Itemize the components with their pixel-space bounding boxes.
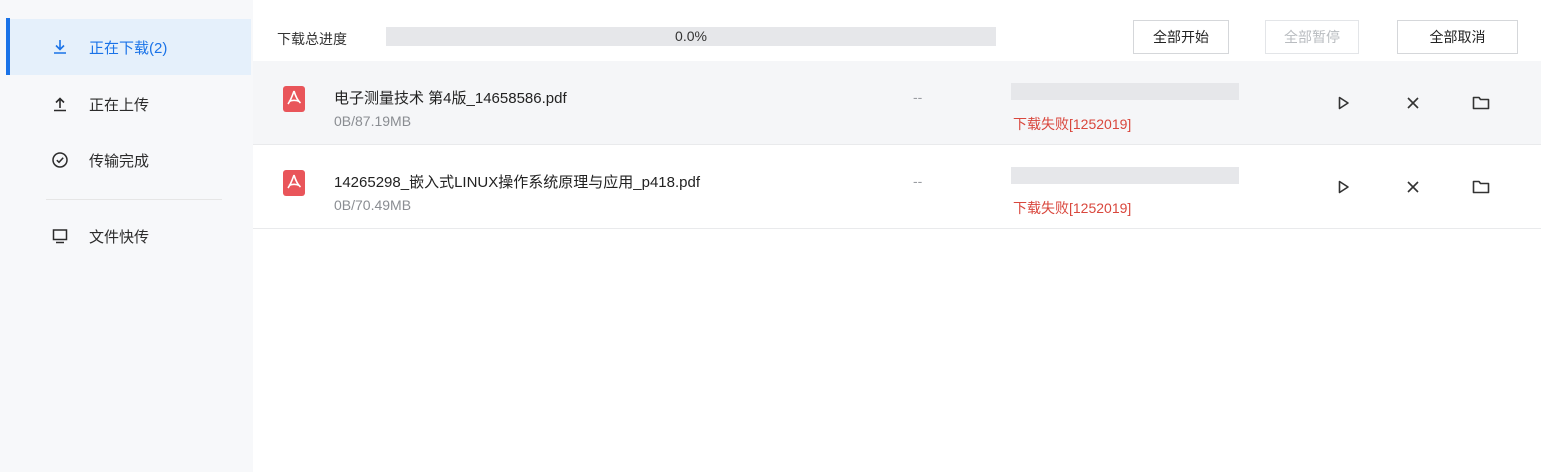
monitor-icon	[51, 227, 69, 245]
close-icon[interactable]	[1403, 93, 1423, 113]
total-progress-value: 0.0%	[675, 28, 707, 44]
download-speed: --	[913, 173, 923, 189]
download-icon	[51, 38, 69, 56]
sidebar-item-quick-transfer[interactable]: 文件快传	[6, 208, 251, 264]
download-speed: --	[913, 89, 923, 105]
status-text: 下载失败[1252019]	[1013, 200, 1132, 216]
download-row[interactable]: 电子测量技术 第4版_14658586.pdf 0B/87.19MB -- 下载…	[253, 61, 1541, 145]
file-name: 电子测量技术 第4版_14658586.pdf	[334, 90, 567, 107]
download-list-panel: 下载总进度 0.0% 全部开始 全部暂停 全部取消 电子测量技术 第4版_146…	[253, 0, 1549, 472]
pdf-file-icon	[283, 170, 305, 196]
sidebar-item-uploading[interactable]: 正在上传	[6, 76, 251, 132]
file-progress-bar	[1011, 83, 1239, 100]
pdf-file-icon	[283, 86, 305, 112]
total-progress-label: 下载总进度	[277, 31, 347, 47]
status-text: 下载失败[1252019]	[1013, 116, 1132, 132]
file-size: 0B/87.19MB	[334, 113, 412, 129]
sidebar-item-downloading[interactable]: 正在下载(2)	[6, 19, 251, 75]
active-indicator	[6, 18, 10, 75]
cancel-all-button[interactable]: 全部取消	[1397, 20, 1518, 54]
pause-all-button[interactable]: 全部暂停	[1265, 20, 1359, 54]
sidebar: 正在下载(2) 正在上传 传输完成 文件快传	[0, 0, 253, 472]
play-icon[interactable]	[1333, 177, 1353, 197]
sidebar-item-label: 正在上传	[89, 96, 150, 114]
sidebar-item-completed[interactable]: 传输完成	[6, 132, 251, 188]
start-all-button[interactable]: 全部开始	[1133, 20, 1229, 54]
folder-icon[interactable]	[1471, 177, 1491, 197]
file-size: 0B/70.49MB	[334, 197, 412, 213]
toolbar: 下载总进度 0.0% 全部开始 全部暂停 全部取消	[253, 0, 1549, 60]
close-icon[interactable]	[1403, 177, 1423, 197]
folder-icon[interactable]	[1471, 93, 1491, 113]
sidebar-divider	[46, 199, 222, 200]
total-progress-bar: 0.0%	[386, 27, 996, 46]
file-progress-bar	[1011, 167, 1239, 184]
sidebar-item-label: 传输完成	[89, 152, 150, 170]
download-row[interactable]: 14265298_嵌入式LINUX操作系统原理与应用_p418.pdf 0B/7…	[253, 145, 1541, 229]
upload-icon	[51, 95, 69, 113]
sidebar-item-label: 文件快传	[89, 228, 150, 246]
file-name: 14265298_嵌入式LINUX操作系统原理与应用_p418.pdf	[334, 174, 700, 191]
play-icon[interactable]	[1333, 93, 1353, 113]
sidebar-item-label: 正在下载(2)	[89, 39, 168, 57]
check-circle-icon	[51, 151, 69, 169]
